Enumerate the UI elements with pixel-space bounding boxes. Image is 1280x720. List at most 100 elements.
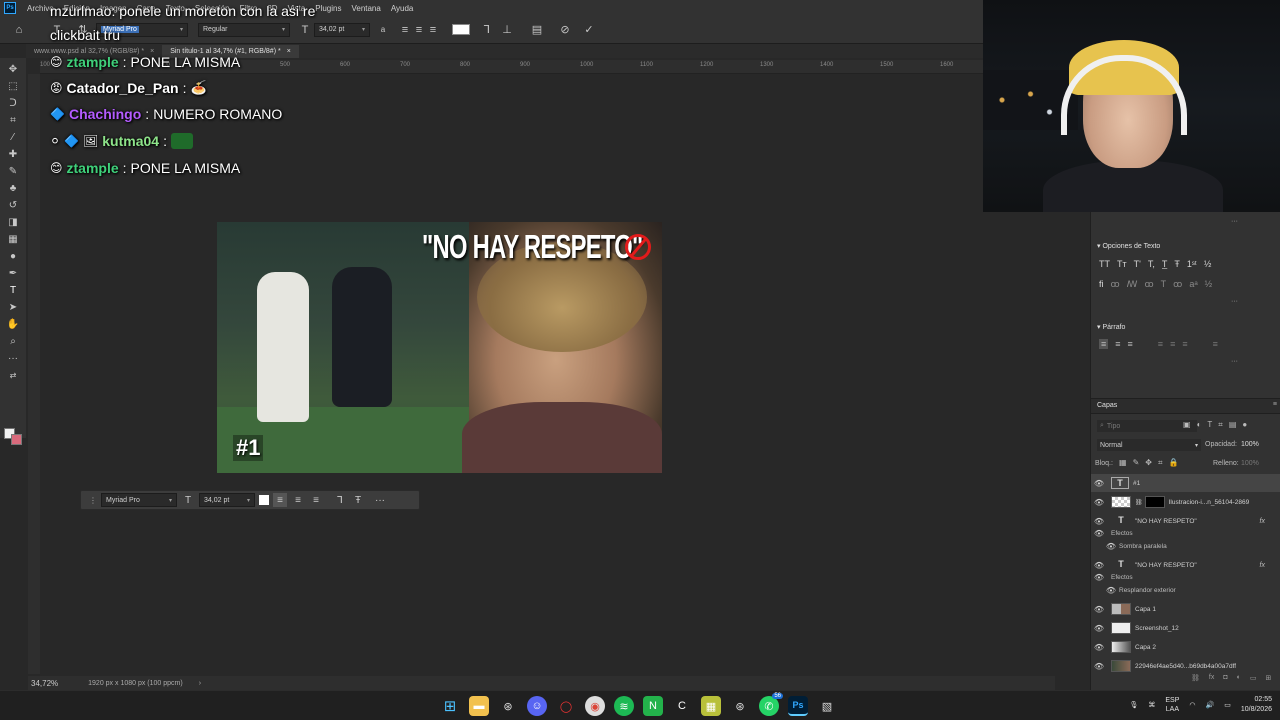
layer-effects-row[interactable]: 👁 Efectos (1091, 526, 1280, 540)
type-filter-icon[interactable]: T (1207, 420, 1212, 430)
all-caps-icon[interactable]: TT (1099, 259, 1110, 269)
zoom-level[interactable]: 34,72% (31, 679, 58, 688)
healing-tool-icon[interactable]: ✚ (4, 147, 22, 161)
dodge-tool-icon[interactable]: ● (4, 249, 22, 263)
eye-icon[interactable]: 👁 (1091, 643, 1107, 652)
document-canvas[interactable]: "NO HAY RESPETO" #1 (217, 222, 662, 473)
menu-ayuda[interactable]: Ayuda (386, 4, 419, 13)
more-tools-icon[interactable]: ··· (4, 351, 22, 365)
antialias-icon[interactable]: a (376, 23, 390, 37)
layer-effect-row[interactable]: 👁 Resplandor exterior (1091, 583, 1280, 597)
eye-icon[interactable]: 👁 (1091, 561, 1107, 570)
fill-value[interactable]: 100% (1241, 460, 1259, 467)
hand-tool-icon[interactable]: ✋ (4, 317, 22, 331)
float-font-select[interactable]: Myriad Pro ▾ (101, 493, 177, 507)
type-tool-icon[interactable]: T (4, 283, 22, 297)
titling-icon[interactable]: T (1161, 279, 1167, 290)
fx-icon[interactable]: fx (1260, 562, 1265, 569)
swap-colors-icon[interactable]: ⇄ (4, 368, 22, 382)
opacity-value[interactable]: 100% (1241, 441, 1259, 448)
whatsapp-icon[interactable]: ✆ 56 (759, 693, 783, 716)
eye-icon[interactable]: 👁 (1103, 542, 1119, 551)
status-arrow-icon[interactable]: › (199, 680, 201, 687)
blend-mode-select[interactable]: Normal ▾ (1097, 439, 1201, 451)
lock-position-icon[interactable]: ✥ (1145, 458, 1152, 468)
eyedropper-tool-icon[interactable]: ⁄ (4, 130, 22, 144)
menu-plugins[interactable]: Plugins (310, 4, 346, 13)
swash-icon[interactable]: ꟿ (1127, 279, 1138, 290)
add-mask-icon[interactable]: ◘ (1223, 674, 1227, 682)
adjustment-filter-icon[interactable]: ◐ (1197, 420, 1202, 430)
adjustment-icon[interactable]: ◐ (1237, 674, 1241, 682)
photoshop-icon[interactable]: Ps (788, 696, 808, 716)
gradient-tool-icon[interactable]: ▦ (4, 232, 22, 246)
ordinal-icon[interactable]: 1ˢᵗ (1187, 259, 1197, 269)
more-options-icon[interactable]: ··· (373, 493, 387, 507)
headline-text[interactable]: "NO HAY RESPETO" (422, 228, 643, 266)
eye-icon[interactable]: 👁 (1103, 586, 1119, 595)
filter-toggle-icon[interactable]: ● (1242, 420, 1247, 430)
more-icon[interactable]: ··· (1231, 358, 1238, 365)
fractions-icon[interactable]: ½ (1205, 279, 1213, 290)
home-icon[interactable]: ⌂ (12, 23, 26, 37)
superscript-icon[interactable]: T' (1134, 259, 1141, 269)
eye-icon[interactable]: 👁 (1091, 605, 1107, 614)
panel-menu-icon[interactable]: ≡ (1273, 401, 1277, 408)
layer-effect-row[interactable]: 👁 Sombra paralela (1091, 539, 1280, 553)
subscript-icon[interactable]: T, (1148, 259, 1155, 269)
layer-effects-row[interactable]: 👁 Efectos (1091, 570, 1280, 584)
eye-icon[interactable]: 👁 (1091, 573, 1107, 582)
link-layers-icon[interactable]: ⛓ (1191, 674, 1200, 682)
align-right-icon[interactable]: ≡ (309, 493, 323, 507)
warp-text-icon[interactable]: Ꞁ (480, 23, 494, 37)
group-icon[interactable]: ▭ (1250, 674, 1257, 682)
discord-icon[interactable]: ☺ (527, 696, 547, 716)
capture-icon[interactable]: ▧ (817, 696, 837, 716)
justify-last-center-icon[interactable]: ≡ (1170, 339, 1175, 349)
layer-row[interactable]: 👁 22946ef4ae5d40...b69db4a00a7dff (1091, 657, 1280, 675)
justify-all-icon[interactable]: ≡ (1213, 339, 1218, 349)
layer-row[interactable]: 👁 T #1 (1091, 474, 1280, 492)
path-selection-icon[interactable]: ➤ (4, 300, 22, 314)
smart-filter-icon[interactable]: ▤ (1229, 420, 1237, 430)
font-size-select[interactable]: 34,02 pt ▾ (314, 22, 370, 37)
justify-last-left-icon[interactable]: ≡ (1158, 339, 1163, 349)
lock-all-icon[interactable]: 🔒 (1168, 458, 1178, 468)
fraction-icon[interactable]: ½ (1204, 259, 1212, 269)
volume-icon[interactable]: 🔊 (1206, 701, 1215, 709)
copilot-icon[interactable]: ⌘ (1148, 701, 1155, 709)
lock-image-icon[interactable]: ✎ (1133, 458, 1140, 468)
add-style-icon[interactable]: fx (1209, 674, 1214, 682)
marquee-tool-icon[interactable]: ⬚ (4, 79, 22, 93)
layer-row[interactable]: 👁 Capa 2 (1091, 638, 1280, 656)
char-options-icon[interactable]: Ŧ (351, 493, 365, 507)
align-left-icon[interactable]: ≡ (273, 493, 287, 507)
game-icon[interactable]: ▦ (701, 696, 721, 716)
image-filter-icon[interactable]: ▣ (1183, 420, 1191, 430)
lasso-tool-icon[interactable]: ᑐ (4, 96, 22, 110)
char-panel-icon[interactable]: ⊥ (500, 23, 514, 37)
close-icon[interactable]: × (287, 48, 291, 55)
chrome-icon[interactable]: ◉ (585, 696, 605, 716)
new-layer-icon[interactable]: ⊞ (1265, 674, 1271, 682)
menu-ventana[interactable]: Ventana (346, 4, 385, 13)
align-center-icon[interactable]: ≡ (412, 23, 426, 37)
clock[interactable]: 02:55 10/8/2026 (1241, 695, 1272, 715)
small-caps-icon[interactable]: Tт (1117, 259, 1127, 269)
opera-icon[interactable]: ◯ (556, 696, 576, 716)
eye-icon[interactable]: 👁 (1091, 517, 1107, 526)
battery-icon[interactable]: ▭ (1224, 701, 1231, 709)
layer-row[interactable]: 👁 Screenshot_12 (1091, 619, 1280, 637)
cancel-icon[interactable]: ⊘ (558, 23, 572, 37)
layer-row[interactable]: 👁 Capa 1 (1091, 600, 1280, 618)
commit-check-icon[interactable]: ✓ (582, 23, 596, 37)
underline-icon[interactable]: T̲ (1162, 259, 1168, 269)
eye-icon[interactable]: 👁 (1091, 662, 1107, 671)
eye-icon[interactable]: 👁 (1091, 529, 1107, 538)
lock-transparent-icon[interactable]: ▦ (1119, 458, 1127, 468)
align-left-icon[interactable]: ≡ (1099, 339, 1109, 349)
windows-start-icon[interactable]: ⊞ (440, 696, 460, 716)
eye-icon[interactable]: 👁 (1091, 624, 1107, 633)
steam-icon[interactable]: ⊛ (498, 696, 518, 716)
ligature-icon[interactable]: fi (1099, 279, 1104, 290)
